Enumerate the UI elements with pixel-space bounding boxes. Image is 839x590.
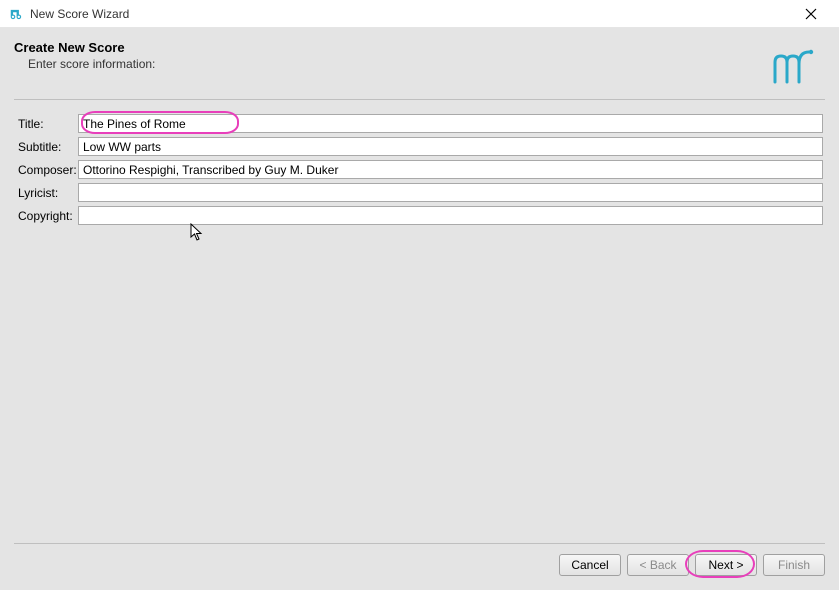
subtitle-input[interactable] xyxy=(78,137,823,156)
close-button[interactable] xyxy=(791,4,831,24)
app-icon xyxy=(8,6,24,22)
title-input[interactable] xyxy=(78,114,823,133)
page-subheading: Enter score information: xyxy=(28,57,155,71)
lyricist-label: Lyricist: xyxy=(16,186,78,200)
composer-input[interactable] xyxy=(78,160,823,179)
copyright-row: Copyright: xyxy=(16,206,823,225)
cursor-icon xyxy=(190,223,204,244)
subtitle-label: Subtitle: xyxy=(16,140,78,154)
footer-divider xyxy=(14,543,825,544)
cancel-button[interactable]: Cancel xyxy=(559,554,621,576)
button-row: Cancel < Back Next > Finish xyxy=(14,554,825,576)
window-title: New Score Wizard xyxy=(30,7,129,21)
score-info-form: Title: Subtitle: Composer: Lyricist: Cop… xyxy=(16,114,823,225)
composer-label: Composer: xyxy=(16,163,78,177)
divider xyxy=(14,99,825,100)
wizard-header: Create New Score Enter score information… xyxy=(14,40,825,91)
wizard-content: Create New Score Enter score information… xyxy=(0,28,839,590)
finish-button[interactable]: Finish xyxy=(763,554,825,576)
lyricist-input[interactable] xyxy=(78,183,823,202)
next-button[interactable]: Next > xyxy=(695,554,757,576)
musescore-logo-icon xyxy=(769,46,817,91)
copyright-label: Copyright: xyxy=(16,209,78,223)
page-heading: Create New Score xyxy=(14,40,155,55)
title-label: Title: xyxy=(16,117,78,131)
title-row: Title: xyxy=(16,114,823,133)
copyright-input[interactable] xyxy=(78,206,823,225)
composer-row: Composer: xyxy=(16,160,823,179)
back-button[interactable]: < Back xyxy=(627,554,689,576)
title-bar: New Score Wizard xyxy=(0,0,839,28)
wizard-footer: Cancel < Back Next > Finish xyxy=(14,543,825,576)
subtitle-row: Subtitle: xyxy=(16,137,823,156)
lyricist-row: Lyricist: xyxy=(16,183,823,202)
